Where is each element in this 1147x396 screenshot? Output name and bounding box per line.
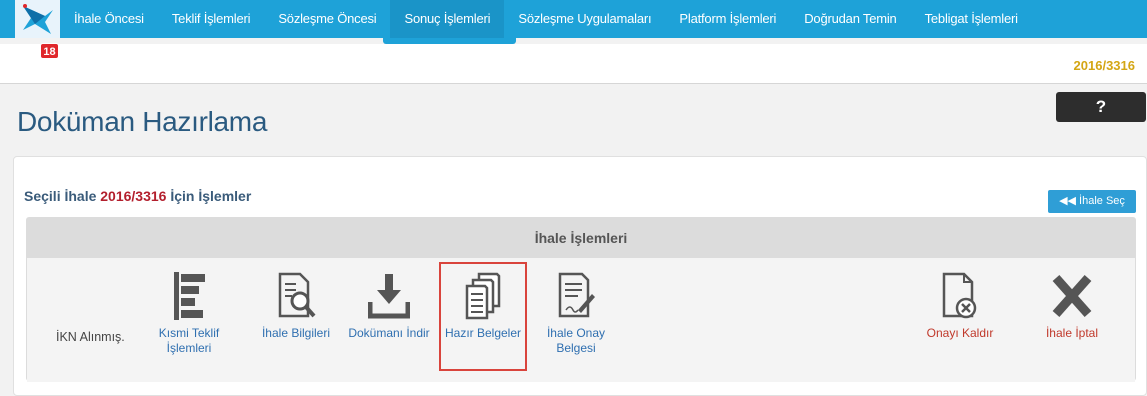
op-label: İhale Bilgileri (261, 326, 331, 340)
op-ihale-bilgileri[interactable]: İhale Bilgileri (254, 272, 338, 341)
document-search-icon (278, 272, 316, 318)
selection-highlight (439, 262, 527, 371)
nav-item-sozlesme-oncesi[interactable]: Sözleşme Öncesi (264, 0, 390, 38)
select-tender-button[interactable]: ◀◀ İhale Seç (1048, 190, 1136, 213)
select-tender-label: İhale Seç (1079, 195, 1125, 207)
op-onayi-kaldir[interactable]: Onayı Kaldır (920, 272, 1000, 341)
panel-heading: Seçili İhale 2016/3316 İçin İşlemler (24, 188, 251, 204)
op-label: İhale İptal (1045, 326, 1099, 340)
sub-bar (0, 44, 1147, 84)
op-ihale-iptal[interactable]: İhale İptal (1032, 272, 1112, 341)
operations-table-header: İhale İşlemleri (27, 218, 1135, 258)
op-ihale-onay-belgesi[interactable]: İhale Onay Belgesi (536, 272, 616, 356)
op-label: İhale Onay (546, 326, 606, 340)
heading-ref: 2016/3316 (100, 188, 167, 204)
nav-item-tebligat-islemleri[interactable]: Tebligat İşlemleri (911, 0, 1032, 38)
document-remove-icon (942, 272, 977, 319)
top-navigation: İhale Öncesi Teklif İşlemleri Sözleşme Ö… (0, 0, 1147, 38)
list-bars-icon (174, 272, 205, 320)
double-chevron-left-icon: ◀◀ (1059, 195, 1080, 207)
op-dokumani-indir[interactable]: Dokümanı İndir (342, 272, 436, 341)
tender-reference-number: 2016/3316 (1073, 58, 1135, 73)
active-nav-indicator (383, 38, 516, 44)
tender-status: İKN Alınmış. (56, 330, 125, 344)
nav-item-platform-islemleri[interactable]: Platform İşlemleri (665, 0, 790, 38)
nav-item-sonuc-islemleri[interactable]: Sonuç İşlemleri (390, 0, 505, 38)
nav-menu: İhale Öncesi Teklif İşlemleri Sözleşme Ö… (60, 0, 1032, 38)
logo-icon (23, 4, 53, 34)
op-label: Kısmi Teklif (158, 326, 220, 340)
download-icon (368, 274, 410, 319)
op-label: Dokümanı İndir (348, 326, 430, 340)
notification-badge[interactable]: 18 (40, 43, 59, 59)
page-title: Doküman Hazırlama (17, 106, 268, 137)
nav-item-ihale-oncesi[interactable]: İhale Öncesi (60, 0, 158, 38)
op-label-2: Belgesi (556, 341, 596, 355)
op-label: Onayı Kaldır (926, 326, 994, 340)
logo[interactable] (15, 0, 60, 38)
document-sign-icon (558, 272, 595, 318)
x-cancel-icon (1052, 275, 1092, 317)
op-label-2: İşlemleri (166, 341, 212, 355)
heading-prefix: Seçili İhale (24, 188, 101, 204)
help-button[interactable]: ? (1056, 92, 1146, 122)
heading-suffix: İçin İşlemler (166, 188, 252, 204)
nav-item-dogrudan-temin[interactable]: Doğrudan Temin (790, 0, 910, 38)
nav-item-sozlesme-uygulamalari[interactable]: Sözleşme Uygulamaları (504, 0, 665, 38)
op-kismi-teklif[interactable]: Kısmi Teklif İşlemleri (152, 272, 226, 356)
nav-item-teklif-islemleri[interactable]: Teklif İşlemleri (158, 0, 264, 38)
